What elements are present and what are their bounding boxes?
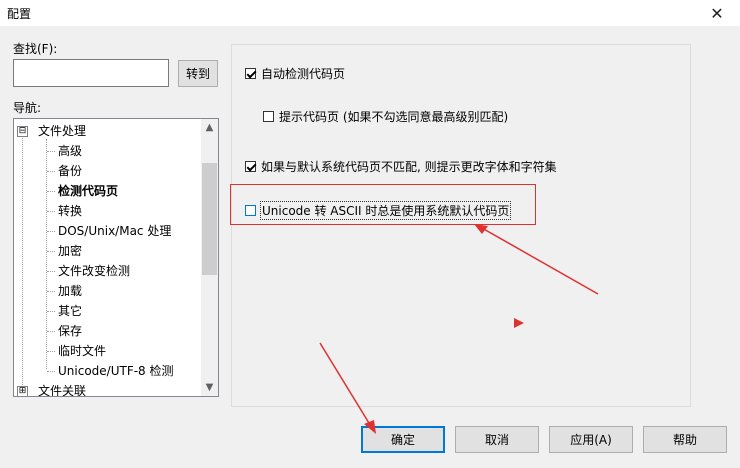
arrow-line-lower <box>319 342 373 429</box>
arrow-head-upper <box>474 224 488 234</box>
annotation-arrows <box>319 224 599 434</box>
arrow-head-lower <box>364 420 376 434</box>
arrow-marker-middle <box>514 318 524 328</box>
arrow-line-upper <box>481 227 599 295</box>
